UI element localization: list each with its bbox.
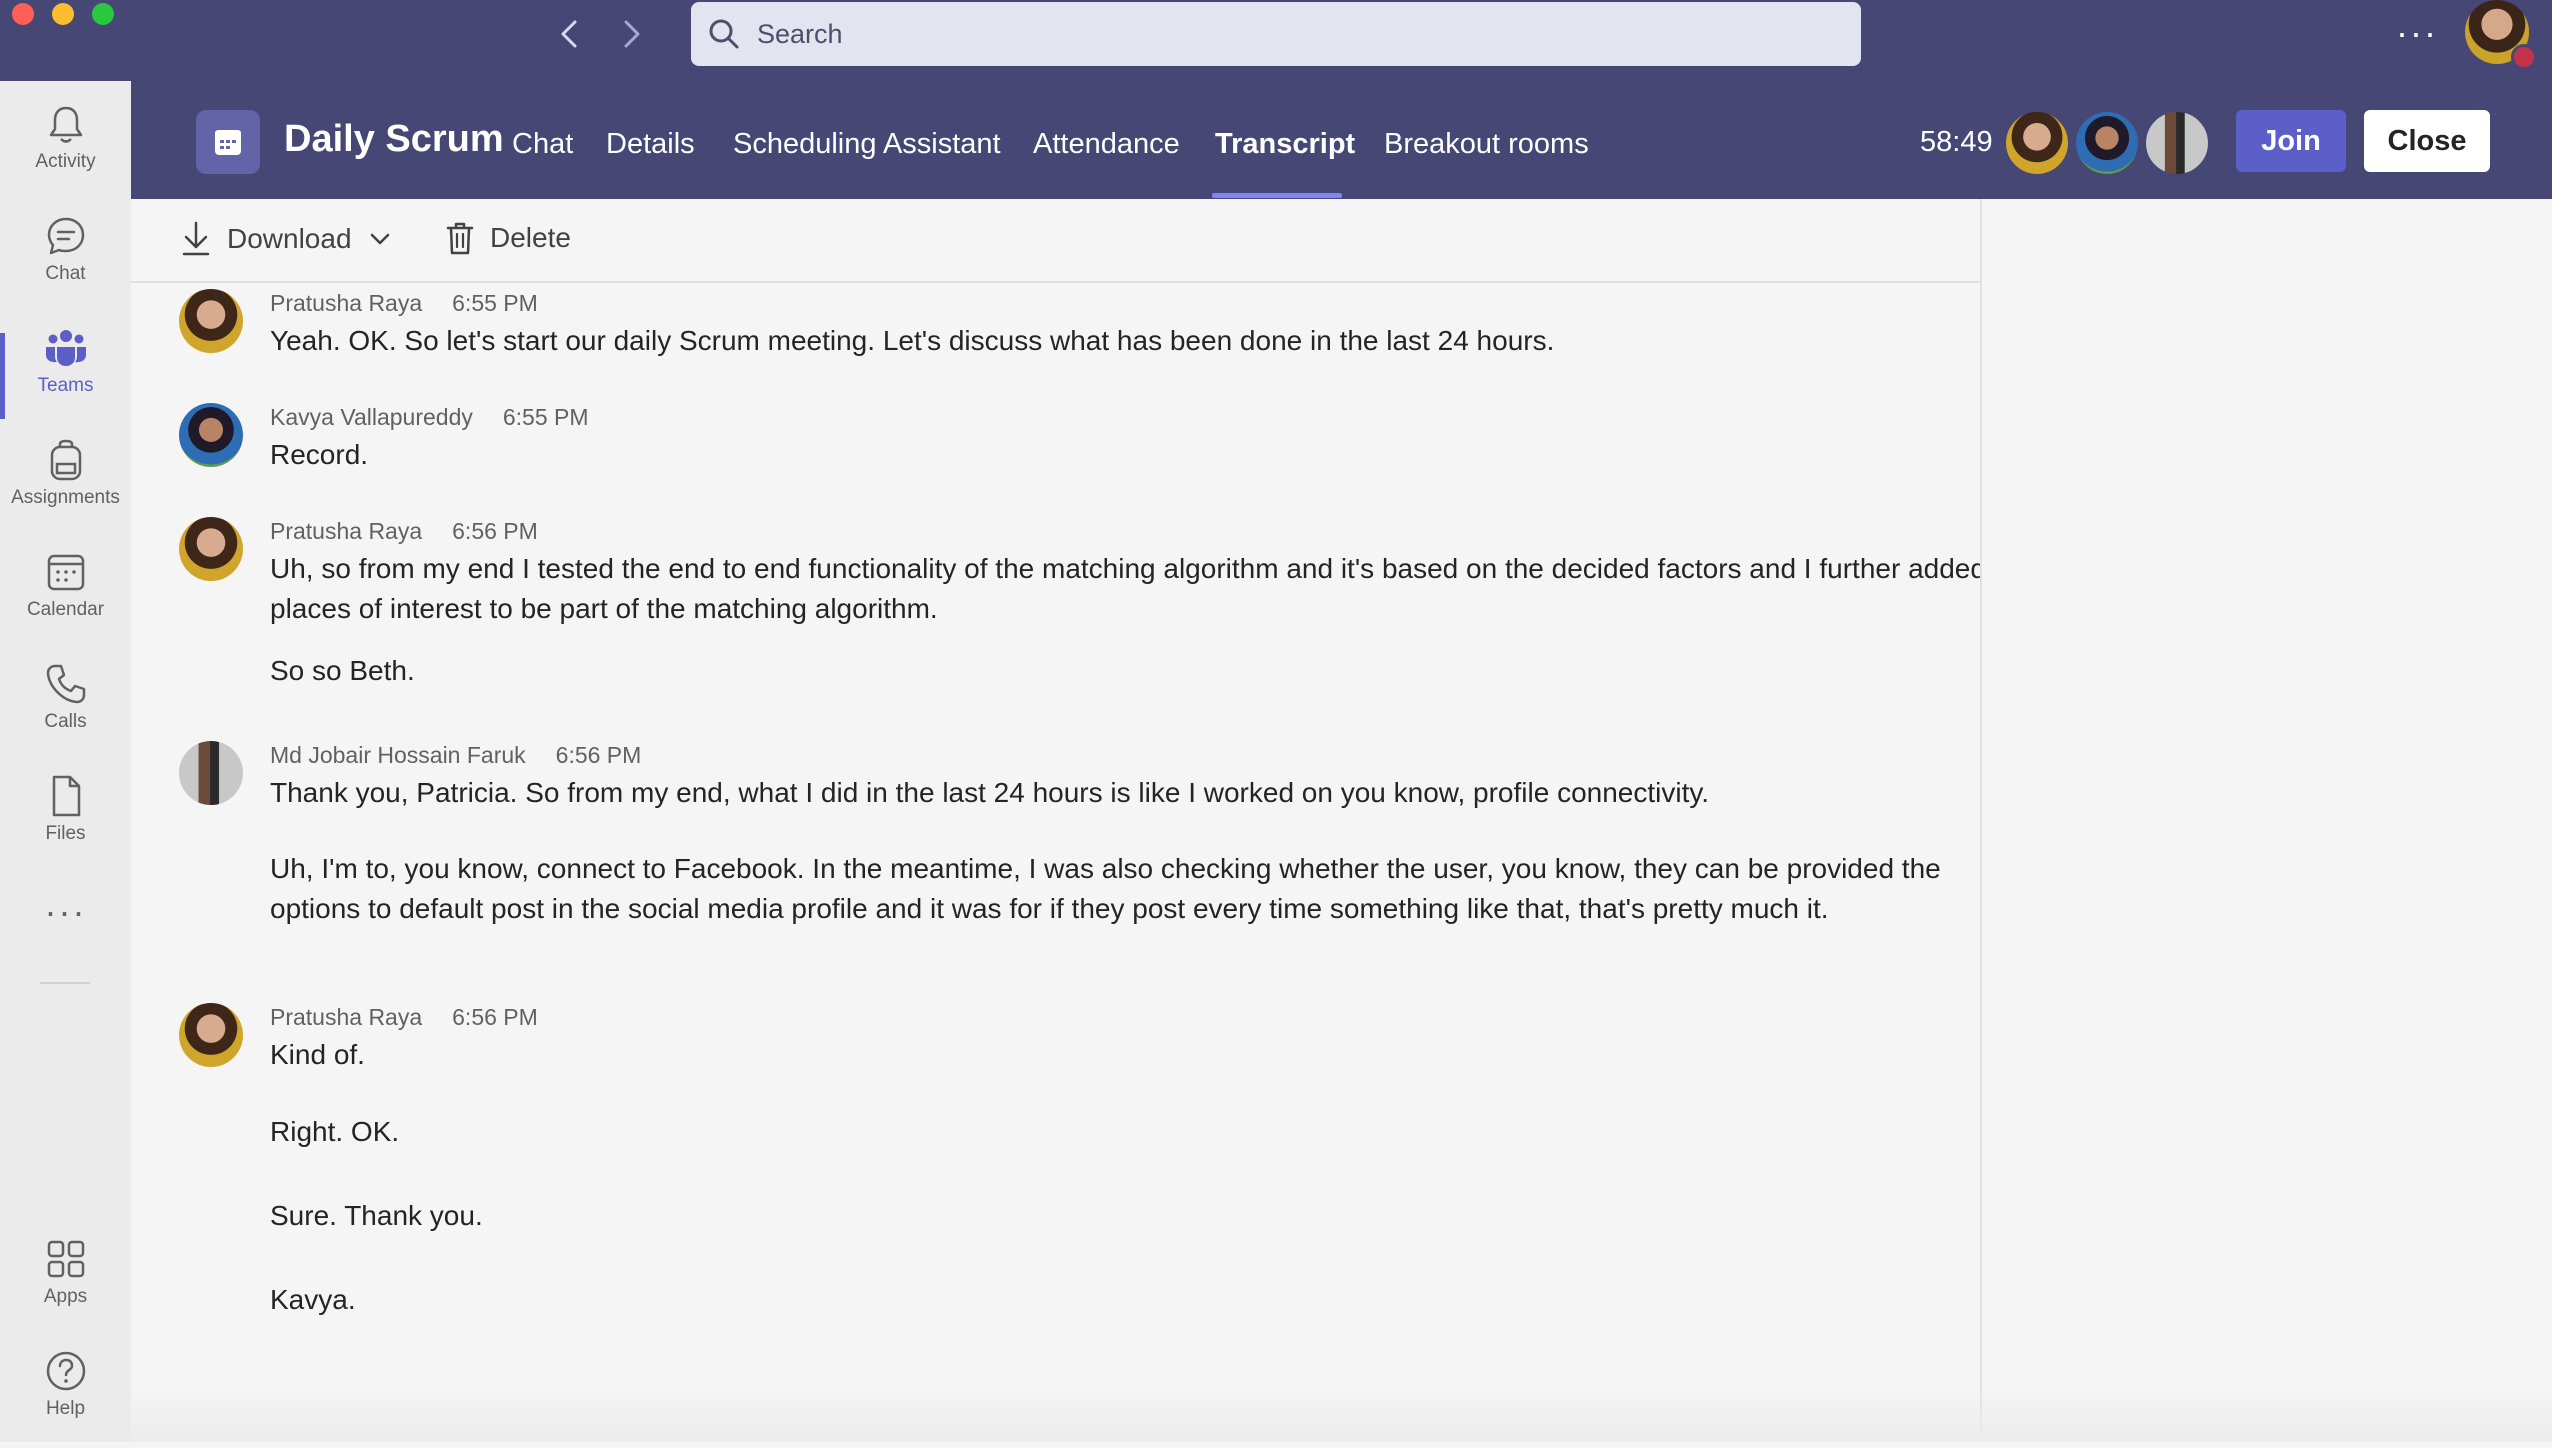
speaker-avatar	[179, 1003, 243, 1067]
rail-label: Calls	[44, 711, 87, 732]
entry-meta: Md Jobair Hossain Faruk 6:56 PM	[270, 742, 641, 769]
transcript-toolbar: Download Delete	[131, 199, 1981, 283]
right-pane	[1982, 199, 2552, 1442]
rail-label: Activity	[35, 151, 96, 172]
tab-attendance[interactable]: Attendance	[1033, 128, 1180, 161]
bottom-fade	[131, 1385, 2552, 1442]
calendar-icon	[47, 554, 84, 591]
apps-icon	[47, 1240, 84, 1278]
bell-icon	[49, 106, 82, 143]
rail-label: Help	[45, 1398, 86, 1419]
rail-item-help[interactable]: Help	[0, 1348, 131, 1448]
download-icon	[182, 221, 210, 256]
rail-item-calendar[interactable]: Calendar	[0, 549, 131, 649]
speaker-name: Pratusha Raya	[270, 1004, 423, 1030]
rail-label: Files	[45, 823, 86, 844]
entry-time: 6:55 PM	[452, 290, 538, 316]
trash-icon	[446, 222, 474, 255]
entry-time: 6:55 PM	[502, 404, 589, 430]
entry-time: 6:56 PM	[452, 518, 538, 544]
entry-meta: Kavya Vallapureddy 6:55 PM	[270, 404, 589, 431]
rail-item-calls[interactable]: Calls	[0, 661, 131, 761]
participant-avatar[interactable]	[2074, 110, 2140, 176]
rail-label: Assignments	[11, 487, 120, 508]
rail-label: Chat	[45, 263, 86, 284]
participant-avatar[interactable]	[2144, 110, 2210, 176]
forward-arrow-icon[interactable]	[610, 14, 650, 54]
rail-label: Calendar	[26, 599, 105, 620]
transcript-text: Record.	[270, 439, 369, 470]
transcript-text: Uh, I'm to, you know, connect to Faceboo…	[270, 853, 1941, 924]
rail-label: Apps	[43, 1286, 88, 1307]
transcript-text: Kind of.	[270, 1039, 365, 1070]
window-close-button[interactable]	[12, 3, 34, 25]
speaker-name: Pratusha Raya	[270, 518, 423, 544]
search-input[interactable]	[755, 17, 1759, 51]
entry-meta: Pratusha Raya 6:55 PM	[270, 290, 538, 317]
rail-label: Teams	[37, 375, 94, 396]
active-tab-indicator	[1212, 193, 1342, 198]
search-box[interactable]	[691, 2, 1861, 66]
meeting-calendar-icon	[196, 110, 260, 174]
file-icon	[52, 775, 80, 817]
help-icon	[46, 1351, 85, 1391]
download-button[interactable]: Download	[179, 219, 394, 259]
meeting-timer: 58:49	[1920, 126, 1993, 158]
window-zoom-button[interactable]	[92, 3, 114, 25]
speaker-name: Md Jobair Hossain Faruk	[270, 742, 526, 768]
entry-time: 6:56 PM	[555, 742, 642, 768]
speaker-name: Pratusha Raya	[270, 290, 423, 316]
rail-item-teams[interactable]: Teams	[0, 325, 131, 425]
speaker-avatar	[179, 741, 243, 805]
more-apps-icon[interactable]: ···	[0, 891, 131, 933]
transcript-text: Kavya.	[270, 1284, 356, 1315]
window-minimize-button[interactable]	[52, 3, 74, 25]
meeting-title: Daily Scrum	[284, 118, 504, 160]
backpack-icon	[50, 439, 81, 481]
chat-icon	[47, 217, 84, 255]
entry-time: 6:56 PM	[452, 1004, 538, 1030]
rail-item-activity[interactable]: Activity	[0, 101, 131, 201]
delete-label: Delete	[490, 222, 571, 253]
teams-icon	[45, 330, 86, 366]
transcript-list: Pratusha Raya 6:55 PM Yeah. OK. So let's …	[131, 283, 1980, 1442]
transcript-text: Uh, so from my end I tested the end to e…	[270, 553, 1980, 624]
tab-breakout-rooms[interactable]: Breakout rooms	[1384, 128, 1589, 161]
tab-details[interactable]: Details	[606, 128, 695, 161]
transcript-text: Thank you, Patricia. So from my end, wha…	[270, 777, 1710, 808]
download-label: Download	[227, 223, 352, 254]
phone-icon	[46, 664, 85, 704]
entry-meta: Pratusha Raya 6:56 PM	[270, 518, 538, 545]
speaker-name: Kavya Vallapureddy	[270, 404, 473, 430]
chevron-down-icon	[370, 233, 389, 245]
back-arrow-icon[interactable]	[551, 14, 591, 54]
rail-item-assignments[interactable]: Assignments	[0, 437, 131, 537]
tab-transcript[interactable]: Transcript	[1215, 128, 1355, 161]
title-bar: ···	[0, 0, 2552, 81]
rail-divider	[40, 982, 90, 984]
search-icon	[709, 19, 739, 49]
speaker-avatar	[179, 517, 243, 581]
participant-avatar[interactable]	[2004, 110, 2070, 176]
transcript-text: Right. OK.	[270, 1116, 400, 1147]
rail-item-chat[interactable]: Chat	[0, 213, 131, 313]
app-rail: Activity Chat Teams Assignments Calendar…	[0, 81, 131, 1442]
entry-meta: Pratusha Raya 6:56 PM	[270, 1004, 538, 1031]
speaker-avatar	[179, 403, 243, 467]
rail-item-apps[interactable]: Apps	[0, 1236, 131, 1336]
speaker-avatar	[179, 289, 243, 353]
transcript-text: Yeah. OK. So let's start our daily Scrum…	[270, 325, 1555, 356]
delete-button[interactable]: Delete	[444, 219, 571, 257]
more-options-icon[interactable]: ···	[2396, 12, 2438, 54]
transcript-text: Sure. Thank you.	[270, 1200, 483, 1231]
rail-item-files[interactable]: Files	[0, 773, 131, 873]
join-button[interactable]: Join	[2236, 110, 2346, 172]
transcript-text: So so Beth.	[270, 655, 415, 686]
close-button[interactable]: Close	[2364, 110, 2490, 172]
tab-scheduling-assistant[interactable]: Scheduling Assistant	[733, 128, 1001, 161]
tab-chat[interactable]: Chat	[512, 128, 573, 161]
presence-status-icon	[2511, 44, 2537, 70]
